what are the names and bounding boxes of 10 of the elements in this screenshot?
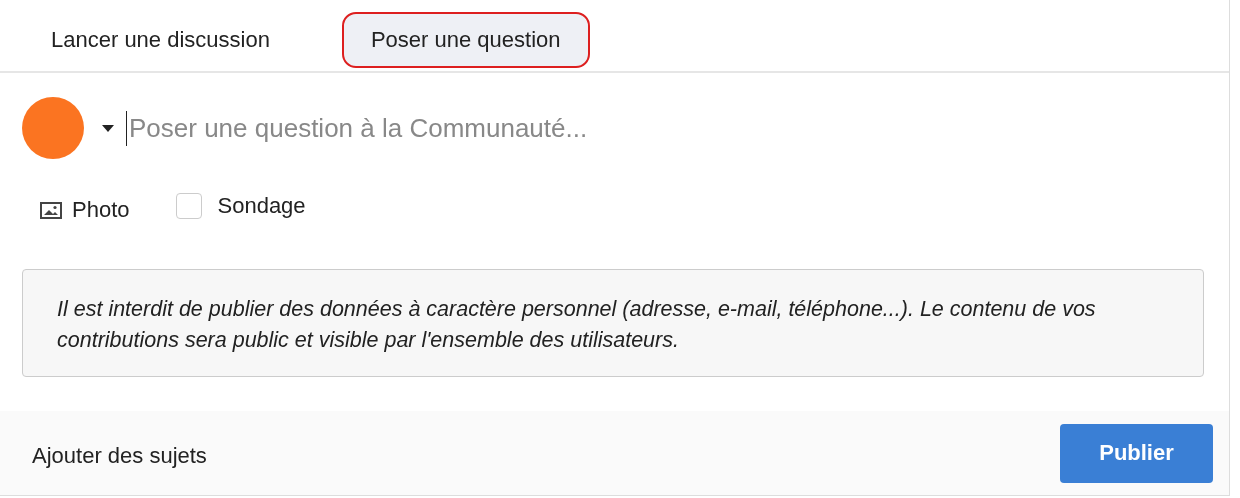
image-icon xyxy=(40,201,62,219)
privacy-notice: Il est interdit de publier des données à caractère personnel (adresse, e-mail, téléphone...). Le contenu de vos contributions sera public et visible par l'ensemble des utilisateurs. xyxy=(22,269,1204,377)
tab[interactable]: Poser une question xyxy=(341,11,590,68)
publish-button[interactable]: Publier xyxy=(1060,423,1213,483)
add-topics-link[interactable]: Ajouter des sujets xyxy=(32,443,207,469)
caret-icon[interactable] xyxy=(102,124,114,132)
tab[interactable]: Lancer une discussion xyxy=(34,12,298,67)
poll-checkbox[interactable] xyxy=(175,193,202,219)
poll-label: Sondage xyxy=(217,193,306,219)
photo-button[interactable]: Photo xyxy=(40,197,130,223)
